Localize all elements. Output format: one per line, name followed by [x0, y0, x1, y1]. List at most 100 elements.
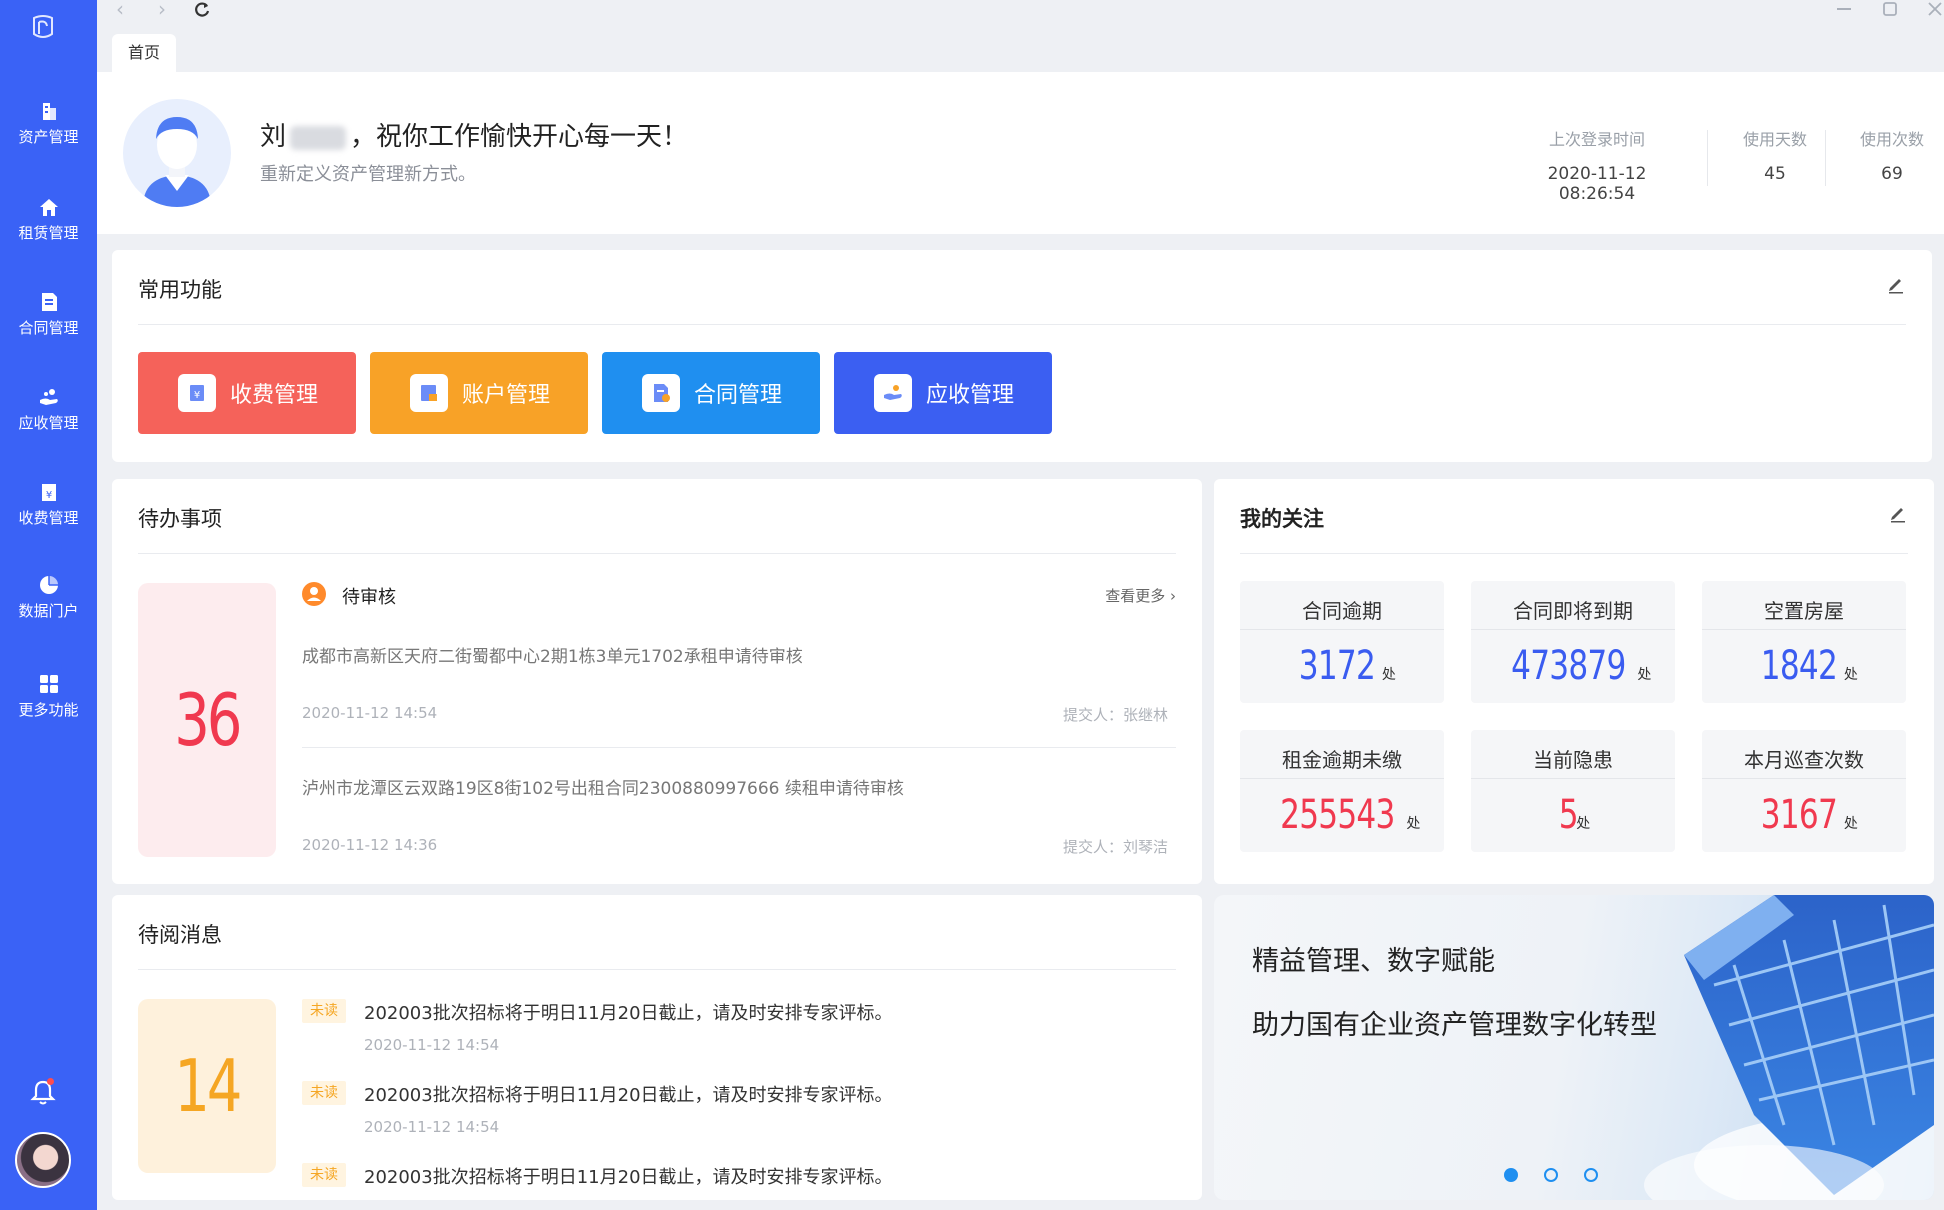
greeting-message: ，祝你工作愉快开心每一天！: [350, 122, 689, 152]
attention-item[interactable]: 合同逾期 3172 处: [1240, 581, 1444, 703]
attention-number: 3172: [1298, 643, 1376, 689]
message-count-box[interactable]: 14: [138, 999, 276, 1173]
unread-badge: 未读: [302, 1163, 346, 1187]
money-box-icon: ¥: [41, 484, 56, 501]
attention-label: 空置房屋: [1764, 599, 1844, 623]
attention-number: 1842: [1760, 643, 1838, 689]
stat-label: 使用次数: [1859, 130, 1924, 149]
attention-item[interactable]: 当前隐患 5处: [1471, 730, 1675, 852]
quick-contract-button[interactable]: 合同管理: [602, 352, 820, 434]
grid-icon: [39, 675, 58, 693]
unread-dot: [47, 1078, 54, 1085]
card-title: 常用功能: [138, 278, 222, 302]
unread-badge: 未读: [302, 999, 346, 1023]
attention-label: 租金逾期未缴: [1282, 748, 1402, 772]
greeting-subtitle: 重新定义资产管理新方式。: [260, 164, 476, 185]
quick-account-button[interactable]: 账户管理: [370, 352, 588, 434]
attention-number: 473879: [1510, 643, 1626, 689]
sidebar-item-contract[interactable]: 合同管理: [0, 291, 97, 338]
carousel-dot[interactable]: [1584, 1168, 1598, 1182]
attention-unit: 处: [1406, 816, 1421, 832]
attention-unit: 处: [1843, 667, 1858, 683]
attention-item[interactable]: 空置房屋 1842 处: [1702, 581, 1906, 703]
minimize-button[interactable]: [1830, 0, 1858, 22]
quick-receivable-button[interactable]: 应收管理: [834, 352, 1052, 434]
maximize-button[interactable]: [1876, 0, 1904, 22]
sidebar-item-more[interactable]: 更多功能: [0, 673, 97, 720]
sidebar-item-label: 更多功能: [18, 701, 79, 719]
user-avatar[interactable]: [15, 1132, 71, 1188]
document-icon: [642, 374, 680, 412]
todo-item-submitter: 提交人：张继林: [1062, 706, 1168, 724]
attention-item[interactable]: 本月巡查次数 3167 处: [1702, 730, 1906, 852]
building-icon: [42, 103, 56, 120]
attention-value: 255543 处: [1240, 792, 1444, 838]
divider: [138, 553, 1176, 554]
quick-charge-button[interactable]: ¥ 收费管理: [138, 352, 356, 434]
sidebar-item-label: 资产管理: [18, 128, 79, 146]
topbar: ‹ › 首页: [97, 0, 1944, 72]
hand-coins-icon: [39, 389, 58, 405]
tab-home[interactable]: 首页: [112, 34, 177, 72]
user-icon: [143, 117, 211, 207]
divider: [1240, 778, 1444, 779]
pie-chart-icon: [39, 576, 58, 594]
logo-icon[interactable]: [28, 14, 58, 42]
attention-item[interactable]: 合同即将到期 473879 处: [1471, 581, 1675, 703]
divider: [1240, 629, 1444, 630]
message-text[interactable]: 202003批次招标将于明日11月20日截止，请及时安排专家评标。: [364, 999, 893, 1025]
todo-card: 待办事项 36 待审核 查看更多 › 成都市高新区天府二街蜀都中心2期1栋3单元…: [112, 479, 1202, 884]
todo-item-text[interactable]: 成都市高新区天府二街蜀都中心2期1栋3单元1702承租申请待审核: [302, 642, 803, 667]
view-more-link[interactable]: 查看更多 ›: [1105, 585, 1176, 606]
sidebar-item-charge[interactable]: ¥ 收费管理: [0, 481, 97, 528]
chevron-right-icon: ›: [1170, 587, 1176, 605]
message-time: 2020-11-12 14:54: [364, 1036, 500, 1054]
forward-button[interactable]: ›: [149, 0, 175, 22]
maximize-icon: [1883, 2, 1897, 16]
todo-count: 36: [174, 678, 242, 762]
sidebar-item-label: 租赁管理: [18, 224, 79, 242]
sidebar-item-label: 收费管理: [18, 509, 79, 527]
attention-value: 3167 处: [1702, 792, 1906, 838]
message-text[interactable]: 202003批次招标将于明日11月20日截止，请及时安排专家评标。: [364, 1081, 893, 1107]
carousel-dot[interactable]: [1504, 1168, 1518, 1182]
sidebar-item-lease[interactable]: 租赁管理: [0, 196, 97, 243]
button-label: 账户管理: [462, 383, 551, 408]
link-label: 查看更多: [1105, 587, 1166, 605]
divider: [1707, 130, 1708, 186]
attention-unit: 处: [1576, 816, 1591, 832]
account-card-icon: [410, 374, 448, 412]
card-title: 我的关注: [1240, 507, 1324, 531]
todo-item-text[interactable]: 泸州市龙潭区云双路19区8街102号出租合同2300880997666 续租申请…: [302, 774, 904, 799]
user-avatar-large: [123, 99, 231, 207]
stat-usage-days: 使用天数 45: [1725, 126, 1825, 184]
sidebar-item-assets[interactable]: 资产管理: [0, 100, 97, 147]
chevron-left-icon: ‹: [116, 0, 124, 21]
todo-count-box[interactable]: 36: [138, 583, 276, 857]
stat-value: 69: [1881, 164, 1903, 184]
unread-badge: 未读: [302, 1081, 346, 1105]
edit-icon[interactable]: [1888, 503, 1908, 523]
back-button[interactable]: ‹: [107, 0, 133, 22]
button-label: 收费管理: [230, 383, 319, 408]
divider: [138, 969, 1176, 970]
promo-banner[interactable]: 精益管理、数字赋能 助力国有企业资产管理数字化转型: [1214, 895, 1934, 1200]
carousel-dot[interactable]: [1544, 1168, 1558, 1182]
attention-item[interactable]: 租金逾期未缴 255543 处: [1240, 730, 1444, 852]
refresh-button[interactable]: [189, 0, 215, 22]
close-button[interactable]: [1921, 0, 1944, 22]
edit-icon[interactable]: [1886, 274, 1906, 294]
todo-item-time: 2020-11-12 14:36: [302, 836, 438, 854]
message-text[interactable]: 202003批次招标将于明日11月20日截止，请及时安排专家评标。: [364, 1163, 893, 1189]
divider: [1825, 130, 1826, 186]
sidebar-item-label: 数据门户: [18, 602, 79, 620]
notification-bell[interactable]: [30, 1078, 56, 1106]
message-time: 2020-11-12 14:54: [364, 1118, 500, 1136]
stat-label: 上次登录时间: [1548, 130, 1645, 149]
home-icon: [39, 199, 58, 216]
sidebar-item-receivable[interactable]: 应收管理: [0, 386, 97, 433]
attention-unit: 处: [1637, 667, 1652, 683]
welcome-header: 刘 ，祝你工作愉快开心每一天！ 重新定义资产管理新方式。 上次登录时间 2020-…: [97, 72, 1944, 234]
sidebar-item-data-portal[interactable]: 数据门户: [0, 574, 97, 621]
button-label: 合同管理: [694, 383, 783, 408]
